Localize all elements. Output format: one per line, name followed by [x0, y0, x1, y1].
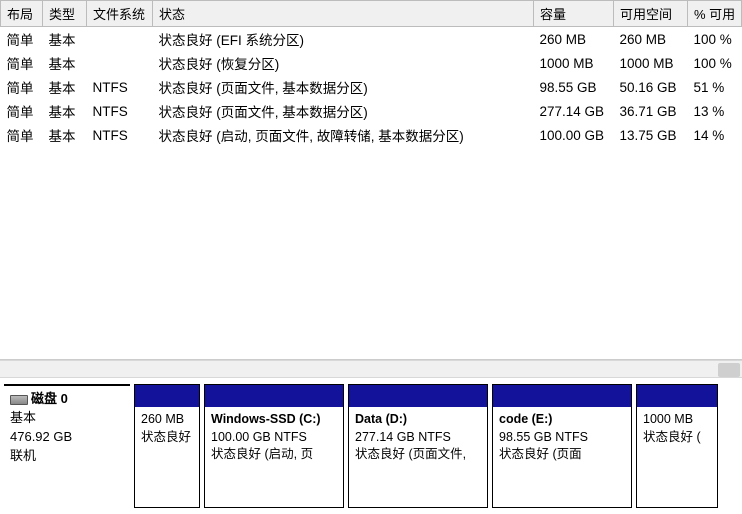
col-fs[interactable]: 文件系统: [87, 1, 153, 27]
cell-pct: 14 %: [688, 123, 742, 147]
cell-layout: 简单: [1, 27, 43, 52]
cell-type: 基本: [43, 99, 87, 123]
partition-body: code (E:)98.55 GB NTFS状态良好 (页面: [493, 407, 631, 466]
col-type[interactable]: 类型: [43, 1, 87, 27]
cell-capacity: 100.00 GB: [534, 123, 614, 147]
cell-status: 状态良好 (页面文件, 基本数据分区): [153, 75, 534, 99]
disk-state: 联机: [10, 447, 124, 466]
partition-status: 状态良好: [141, 429, 193, 447]
partition-block[interactable]: Data (D:)277.14 GB NTFS状态良好 (页面文件,: [348, 384, 488, 508]
col-free[interactable]: 可用空间: [614, 1, 688, 27]
cell-type: 基本: [43, 51, 87, 75]
cell-fs: NTFS: [87, 75, 153, 99]
partition-color-bar: [135, 385, 199, 407]
partition-block[interactable]: Windows-SSD (C:)100.00 GB NTFS状态良好 (启动, …: [204, 384, 344, 508]
cell-capacity: 277.14 GB: [534, 99, 614, 123]
cell-capacity: 1000 MB: [534, 51, 614, 75]
table-row[interactable]: 简单基本状态良好 (恢复分区)1000 MB1000 MB100 %: [1, 51, 742, 75]
partition-title: Windows-SSD (C:): [211, 411, 337, 429]
col-status[interactable]: 状态: [153, 1, 534, 27]
partition-strip: 260 MB状态良好Windows-SSD (C:)100.00 GB NTFS…: [134, 384, 738, 508]
partition-block[interactable]: code (E:)98.55 GB NTFS状态良好 (页面: [492, 384, 632, 508]
cell-fs: [87, 27, 153, 52]
cell-capacity: 260 MB: [534, 27, 614, 52]
partition-status: 状态良好 (页面文件,: [355, 446, 481, 464]
partition-color-bar: [637, 385, 717, 407]
partition-size: 100.00 GB NTFS: [211, 429, 337, 447]
partition-status: 状态良好 (: [643, 429, 711, 447]
partition-body: 260 MB状态良好: [135, 407, 199, 448]
partition-title: Data (D:): [355, 411, 481, 429]
disk-size: 476.92 GB: [10, 428, 124, 447]
partition-size: 277.14 GB NTFS: [355, 429, 481, 447]
partition-body: Windows-SSD (C:)100.00 GB NTFS状态良好 (启动, …: [205, 407, 343, 466]
table-row[interactable]: 简单基本NTFS状态良好 (页面文件, 基本数据分区)98.55 GB50.16…: [1, 75, 742, 99]
partition-title: code (E:): [499, 411, 625, 429]
cell-fs: [87, 51, 153, 75]
disk-graphical-pane: 磁盘 0 基本 476.92 GB 联机 260 MB状态良好Windows-S…: [0, 378, 742, 514]
partition-color-bar: [493, 385, 631, 407]
cell-status: 状态良好 (恢复分区): [153, 51, 534, 75]
disk-icon: [10, 395, 28, 405]
table-row[interactable]: 简单基本状态良好 (EFI 系统分区)260 MB260 MB100 %: [1, 27, 742, 52]
partition-size: 98.55 GB NTFS: [499, 429, 625, 447]
partition-status: 状态良好 (页面: [499, 446, 625, 464]
cell-type: 基本: [43, 123, 87, 147]
table-header-row: 布局 类型 文件系统 状态 容量 可用空间 % 可用: [1, 1, 742, 27]
cell-fs: NTFS: [87, 99, 153, 123]
cell-pct: 100 %: [688, 27, 742, 52]
cell-capacity: 98.55 GB: [534, 75, 614, 99]
cell-free: 13.75 GB: [614, 123, 688, 147]
col-capacity[interactable]: 容量: [534, 1, 614, 27]
table-row[interactable]: 简单基本NTFS状态良好 (页面文件, 基本数据分区)277.14 GB36.7…: [1, 99, 742, 123]
cell-pct: 51 %: [688, 75, 742, 99]
col-layout[interactable]: 布局: [1, 1, 43, 27]
partition-body: Data (D:)277.14 GB NTFS状态良好 (页面文件,: [349, 407, 487, 466]
col-pct[interactable]: % 可用: [688, 1, 742, 27]
table-row[interactable]: 简单基本NTFS状态良好 (启动, 页面文件, 故障转储, 基本数据分区)100…: [1, 123, 742, 147]
cell-pct: 13 %: [688, 99, 742, 123]
cell-free: 260 MB: [614, 27, 688, 52]
volume-list[interactable]: 布局 类型 文件系统 状态 容量 可用空间 % 可用 简单基本状态良好 (EFI…: [0, 0, 742, 360]
partition-status: 状态良好 (启动, 页: [211, 446, 337, 464]
disk-name: 磁盘 0: [31, 391, 68, 406]
partition-size: 260 MB: [141, 411, 193, 429]
cell-pct: 100 %: [688, 51, 742, 75]
partition-size: 1000 MB: [643, 411, 711, 429]
scrollbar-thumb[interactable]: [718, 363, 740, 377]
cell-type: 基本: [43, 27, 87, 52]
partition-block[interactable]: 1000 MB状态良好 (: [636, 384, 718, 508]
horizontal-scrollbar[interactable]: [0, 360, 742, 378]
cell-layout: 简单: [1, 75, 43, 99]
partition-body: 1000 MB状态良好 (: [637, 407, 717, 448]
disk-info-block[interactable]: 磁盘 0 基本 476.92 GB 联机: [4, 384, 130, 508]
cell-fs: NTFS: [87, 123, 153, 147]
cell-layout: 简单: [1, 123, 43, 147]
cell-layout: 简单: [1, 51, 43, 75]
cell-free: 1000 MB: [614, 51, 688, 75]
cell-status: 状态良好 (EFI 系统分区): [153, 27, 534, 52]
cell-status: 状态良好 (页面文件, 基本数据分区): [153, 99, 534, 123]
disk-type: 基本: [10, 409, 124, 428]
cell-free: 36.71 GB: [614, 99, 688, 123]
partition-block[interactable]: 260 MB状态良好: [134, 384, 200, 508]
cell-layout: 简单: [1, 99, 43, 123]
cell-status: 状态良好 (启动, 页面文件, 故障转储, 基本数据分区): [153, 123, 534, 147]
cell-free: 50.16 GB: [614, 75, 688, 99]
volume-table: 布局 类型 文件系统 状态 容量 可用空间 % 可用 简单基本状态良好 (EFI…: [0, 0, 742, 147]
cell-type: 基本: [43, 75, 87, 99]
partition-color-bar: [205, 385, 343, 407]
partition-color-bar: [349, 385, 487, 407]
